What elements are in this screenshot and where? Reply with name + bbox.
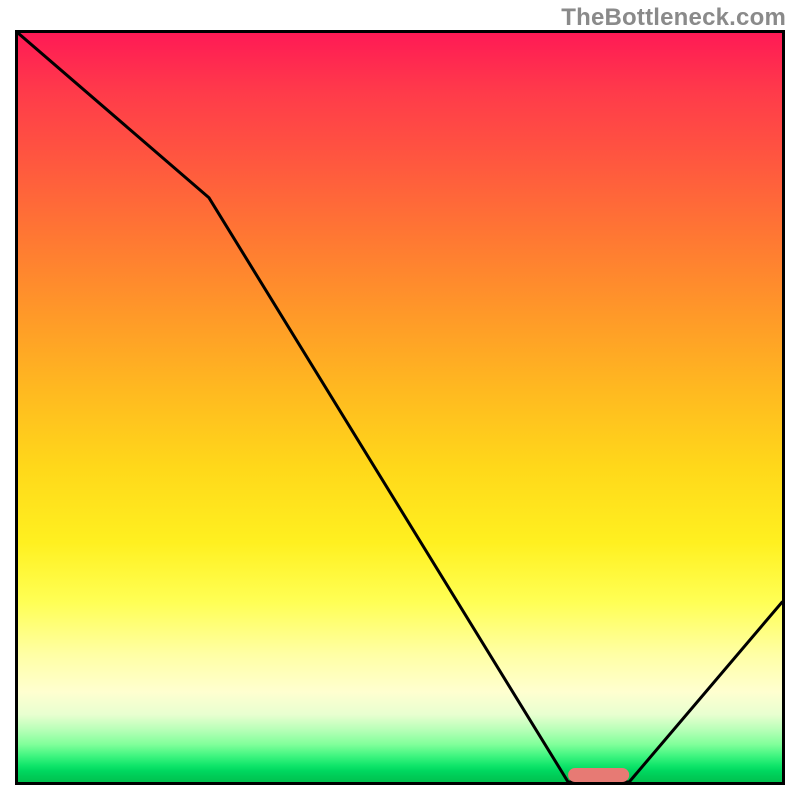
bottleneck-curve-line xyxy=(18,33,782,782)
chart-frame xyxy=(15,30,785,785)
watermark-text: TheBottleneck.com xyxy=(561,4,786,32)
chart-plot xyxy=(18,33,782,782)
optimum-marker xyxy=(568,768,629,782)
